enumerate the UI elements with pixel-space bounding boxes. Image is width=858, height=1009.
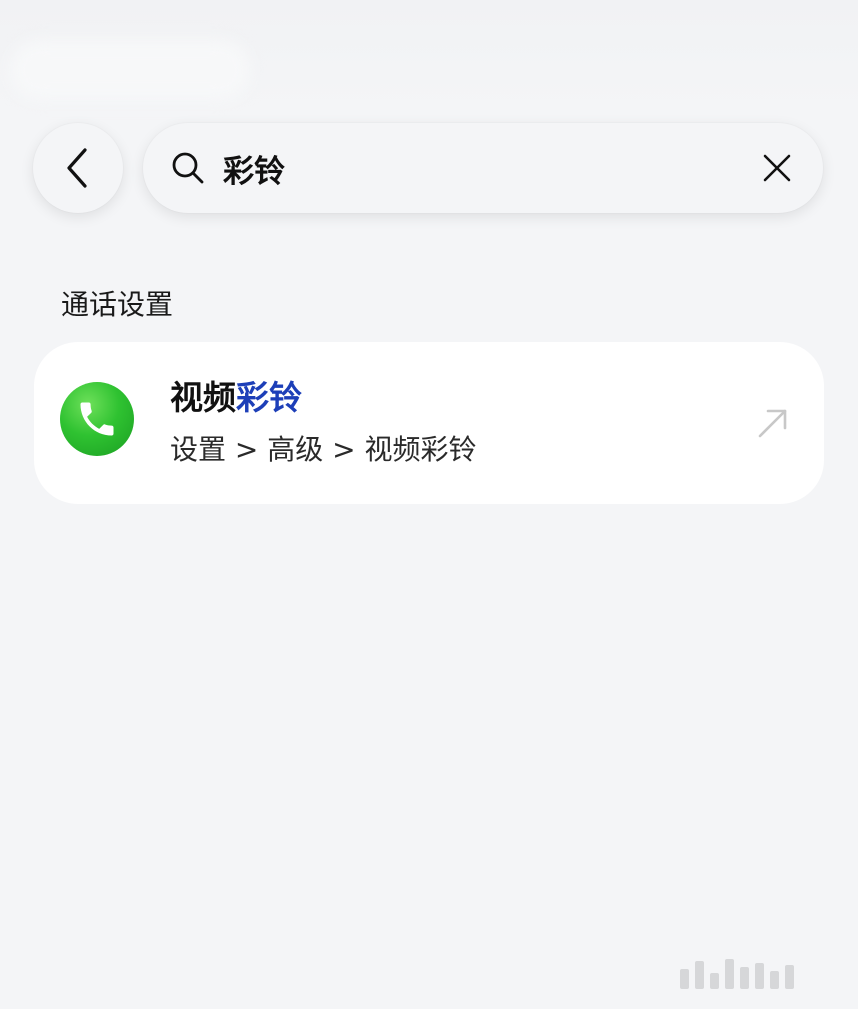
watermark: [680, 959, 840, 993]
search-result-item[interactable]: 视频彩铃 设置 > 高级 > 视频彩铃: [34, 342, 824, 504]
status-bar-blur: [10, 40, 250, 100]
close-icon[interactable]: [761, 152, 793, 184]
result-title-highlight: 彩铃: [236, 378, 302, 417]
phone-icon: [60, 382, 134, 456]
result-title: 视频彩铃: [170, 376, 302, 420]
search-icon: [172, 152, 204, 184]
section-title: 通话设置: [61, 288, 174, 321]
status-bar-area: [0, 0, 858, 110]
result-title-text: 视频: [170, 378, 236, 417]
search-bar[interactable]: [143, 123, 823, 213]
arrow-up-right-icon: [758, 409, 787, 438]
search-input[interactable]: [223, 141, 743, 195]
chevron-left-icon: [67, 148, 87, 188]
result-breadcrumb: 设置 > 高级 > 视频彩铃: [170, 433, 477, 466]
back-button[interactable]: [33, 123, 123, 213]
